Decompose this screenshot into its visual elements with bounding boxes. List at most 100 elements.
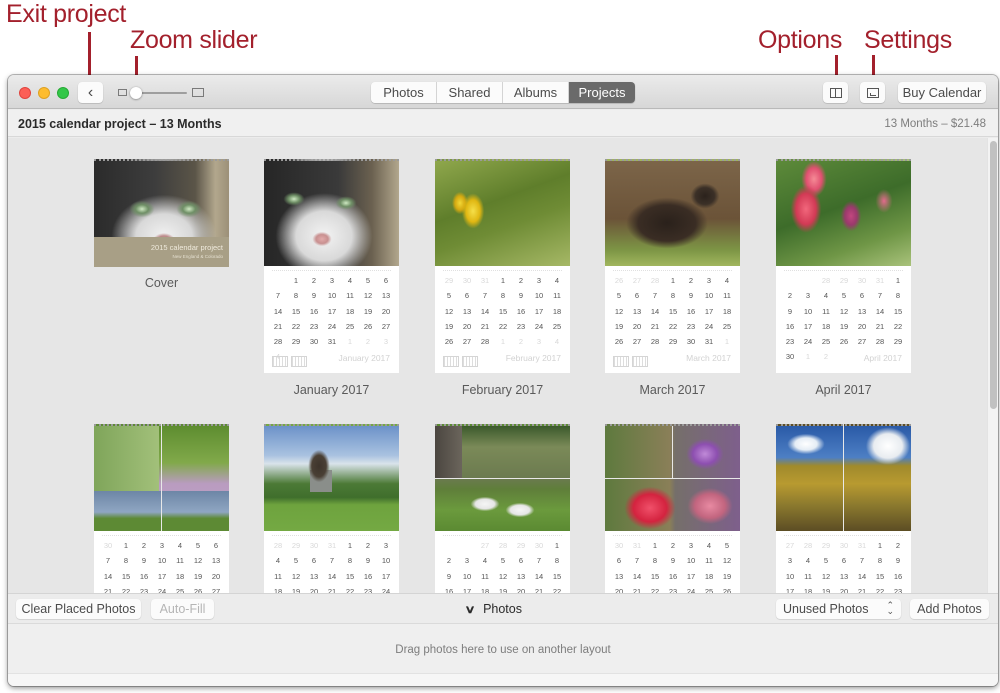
calendar-day: 18 [722, 306, 732, 316]
options-button[interactable] [823, 82, 848, 103]
calendar-day: 17 [686, 571, 696, 581]
calendar-day: 21 [480, 321, 490, 331]
zoom-slider-handle[interactable] [130, 87, 142, 99]
clear-placed-photos-button[interactable]: Clear Placed Photos [16, 599, 141, 619]
project-info-bar: 2015 calendar project – 13 Months 13 Mon… [8, 110, 998, 137]
calendar-day: 19 [722, 571, 732, 581]
month-grid: 28 29 30 31 1 2 3 4 5 6 7 8 9 10 11 12 13 14 15 16 17 18 19 20 2… [776, 266, 911, 373]
photo-drop-zone[interactable]: Drag photos here to use on another layou… [8, 623, 998, 673]
month-grid: 30 1 2 3 4 5 6 7 8 9 10 11 12 13 14 15 16 17 18 19 20 21 22 23 2… [94, 531, 229, 593]
month-grid: 26 27 28 1 2 3 4 5 6 7 8 9 10 11 12 13 14 15 16 17 18 19 20 21 2… [605, 266, 740, 373]
page-caption: Cover [144, 276, 179, 290]
tab-albums[interactable]: Albums [503, 82, 569, 103]
exit-project-button[interactable]: ‹ [78, 82, 103, 103]
calendar-day: 16 [893, 571, 903, 581]
month-photo[interactable] [435, 424, 570, 531]
calendar-day: 12 [498, 571, 508, 581]
calendar-day: 31 [632, 541, 642, 550]
calendar-day: 6 [383, 276, 389, 285]
close-window-button[interactable] [19, 87, 31, 99]
zoom-slider[interactable] [118, 85, 208, 101]
photos-panel-toggle[interactable]: ∨ Photos [464, 602, 522, 616]
auto-fill-button[interactable]: Auto-Fill [151, 599, 214, 619]
calendar-day: 27 [462, 337, 472, 347]
month-grid: 30 31 1 2 3 4 5 6 7 8 9 10 11 12 13 14 15 16 17 18 19 20 21 22 2… [605, 531, 740, 593]
photo-filter-select[interactable]: Unused Photos ⌃ ⌄ [776, 599, 901, 619]
calendar-day: 29 [291, 337, 301, 347]
calendar-day: 5 [195, 541, 201, 550]
calendar-day: 9 [311, 291, 317, 301]
calendar-day: 3 [329, 276, 335, 285]
calendar-day: 20 [462, 321, 472, 331]
calendar-day: 11 [804, 571, 812, 581]
calendar-day: 30 [309, 337, 319, 347]
zoom-slider-track[interactable] [135, 92, 187, 94]
month-photo[interactable] [605, 424, 740, 531]
tab-projects[interactable]: Projects [569, 82, 635, 103]
large-thumbnail-icon [192, 88, 204, 97]
drop-zone-hint: Drag photos here to use on another layou… [395, 644, 611, 656]
calendar-day: 8 [554, 556, 560, 566]
calendar-day: 13 [309, 571, 319, 581]
vertical-scrollbar[interactable] [987, 138, 998, 593]
tab-photos[interactable]: Photos [371, 82, 437, 103]
calendar-day: 22 [498, 321, 508, 331]
calendar-day: 30 [309, 541, 319, 550]
calendar-day: 2 [365, 541, 371, 550]
calendar-day: 20 [632, 321, 642, 331]
tab-shared[interactable]: Shared [437, 82, 503, 103]
calendar-day: 29 [291, 541, 301, 550]
scrollbar-thumb[interactable] [990, 141, 997, 409]
page-caption: March 2017 [639, 383, 706, 397]
calendar-day: 11 [822, 306, 830, 316]
month-photo[interactable] [776, 424, 911, 531]
month-days: 26 27 28 1 2 3 4 5 6 7 8 9 10 11 12 13 14 15 16 17 18 19 20 21 2… [610, 276, 736, 352]
calendar-day: 1 [293, 276, 299, 285]
calendar-day: 14 [480, 306, 490, 316]
calendar-day: 27 [785, 541, 795, 550]
calendar-day: 15 [650, 571, 660, 581]
chevron-down-icon: ∨ [464, 603, 476, 616]
calendar-day: 29 [821, 541, 831, 550]
calendar-day: 15 [498, 306, 508, 316]
maximize-window-button[interactable] [57, 87, 69, 99]
month-grid: 27 28 29 30 31 1 2 3 4 5 6 7 8 9 10 11 12 13 14 15 16 17 18 19 2… [776, 531, 911, 593]
calendar-day: 10 [803, 306, 813, 316]
month-photo[interactable] [605, 159, 740, 266]
calendar-day: 6 [634, 291, 640, 301]
calendar-pages-grid: 2015 calendar project New England & Colo… [8, 138, 987, 593]
calendar-day: 9 [787, 306, 793, 316]
calendar-day: 6 [518, 556, 524, 566]
calendar-day: 31 [875, 276, 885, 285]
calendar-day: 12 [363, 291, 373, 301]
calendar-day: 6 [859, 291, 865, 301]
month-grid: 28 29 30 31 1 2 3 4 5 6 7 8 9 10 11 12 13 14 15 16 17 18 19 20 2… [264, 531, 399, 593]
mini-calendars [613, 356, 653, 367]
month-photo[interactable] [264, 159, 399, 266]
add-photos-button[interactable]: Add Photos [910, 599, 989, 619]
calendar-day: 9 [446, 571, 452, 581]
calendar-day: 19 [193, 571, 203, 581]
calendar-day: 11 [176, 556, 184, 566]
buy-calendar-button[interactable]: Buy Calendar [898, 82, 986, 103]
grid-month-label: April 2017 [863, 353, 902, 363]
calendar-day: 12 [722, 556, 732, 566]
month-days: 27 28 29 30 31 1 2 3 4 5 6 7 8 9 10 11 12 13 14 15 16 17 18 19 2… [781, 541, 907, 593]
month-photo[interactable] [264, 424, 399, 531]
calendar-day: 9 [670, 556, 676, 566]
calendar-day: 7 [652, 291, 658, 301]
settings-button[interactable] [860, 82, 885, 103]
calendar-day: 1 [895, 276, 901, 285]
minimize-window-button[interactable] [38, 87, 50, 99]
calendar-day: 28 [875, 337, 885, 347]
month-photo[interactable] [776, 159, 911, 266]
calendar-day: 31 [704, 337, 714, 347]
month-photo[interactable] [435, 159, 570, 266]
calendar-day: 23 [309, 321, 319, 331]
calendar-day: 30 [103, 541, 113, 550]
mini-calendars [272, 356, 312, 367]
calendar-day: 9 [365, 556, 371, 566]
calendar-day: 27 [480, 541, 490, 550]
month-photo[interactable] [94, 424, 229, 531]
calendar-day: 30 [534, 541, 544, 550]
